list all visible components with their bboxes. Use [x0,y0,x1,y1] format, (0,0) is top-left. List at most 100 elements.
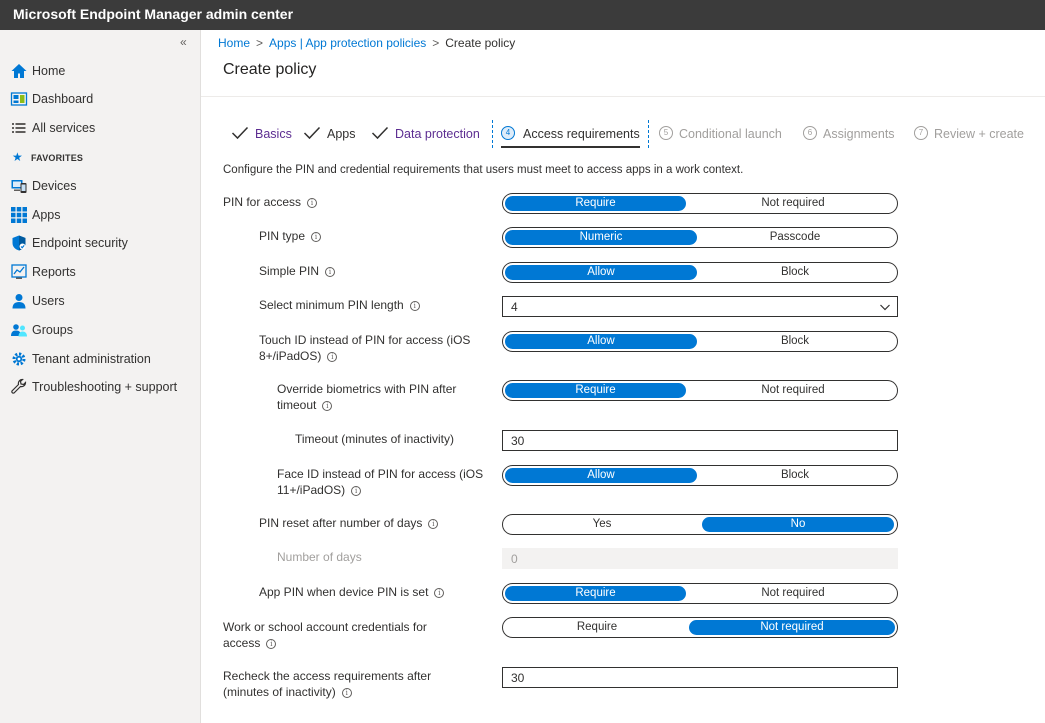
face-id-toggle: Allow Block [502,465,898,486]
sidebar-item-apps[interactable]: Apps [0,202,200,228]
tab-apps[interactable]: Apps [303,120,363,148]
sidebar-item-label: Reports [32,265,76,279]
step-number-badge: 6 [803,126,817,140]
not-required-option[interactable]: Not required [696,383,890,398]
info-icon[interactable]: i [341,688,352,698]
sidebar-item-reports[interactable]: Reports [0,259,200,285]
block-option[interactable]: Block [699,468,891,483]
info-icon[interactable]: i [327,352,338,362]
info-icon[interactable]: i [409,301,420,311]
tab-conditional-launch[interactable]: 5 Conditional launch [659,120,789,148]
sidebar-item-label: Troubleshooting + support [32,380,178,394]
info-icon[interactable]: i [311,232,322,242]
tab-basics[interactable]: Basics [231,120,292,148]
chevron-down-icon [880,304,890,311]
require-option[interactable]: Require [505,383,686,398]
header-divider [201,96,1045,97]
shield-icon [12,235,26,251]
breadcrumb-home-link[interactable]: Home [218,36,250,50]
tab-access-requirements[interactable]: 4 Access requirements [492,120,649,148]
tab-review-create[interactable]: 7 Review + create [914,120,1034,148]
face-id-label: Face ID instead of PIN for access (iOS 11… [277,467,484,497]
sidebar-item-all-services[interactable]: All services [0,115,200,141]
breadcrumb-apps-link[interactable]: Apps | App protection policies [269,36,426,50]
pin-type-toggle: Numeric Passcode [502,227,898,248]
reports-icon [11,264,27,279]
block-option[interactable]: Block [699,334,891,349]
require-option[interactable]: Require [505,620,689,635]
passcode-option[interactable]: Passcode [699,230,891,245]
sidebar-item-groups[interactable]: Groups [0,317,200,343]
tab-assignments[interactable]: 6 Assignments [803,120,903,148]
step-number-badge: 5 [659,126,673,140]
sidebar-item-label: Users [32,294,65,308]
sidebar-item-dashboard[interactable]: Dashboard [0,86,200,112]
block-option[interactable]: Block [699,265,891,280]
numeric-option[interactable]: Numeric [505,230,697,245]
no-option[interactable]: No [702,517,894,532]
page-title: Create policy [223,61,317,78]
tab-label: Basics [255,127,292,141]
sidebar-item-label: Apps [32,208,61,222]
apps-grid-icon [11,207,27,223]
sidebar-item-label: All services [32,121,96,135]
work-credentials-label: Work or school account credentials for ac… [223,620,427,650]
sidebar-item-label: Home [32,64,66,78]
info-icon[interactable]: i [351,486,362,496]
tab-label: Access requirements [523,127,640,141]
sidebar-item-troubleshooting[interactable]: Troubleshooting + support [0,374,200,400]
breadcrumb-separator: > [432,36,440,50]
allow-option[interactable]: Allow [505,265,697,280]
groups-icon [11,324,27,337]
number-of-days-label: Number of days [277,550,362,564]
checkmark-icon [303,126,321,140]
not-required-option[interactable]: Not required [689,620,895,635]
home-icon [11,64,27,78]
recheck-input[interactable]: 30 [502,667,898,688]
sidebar-item-label: Devices [32,179,77,193]
sidebar-item-label: Endpoint security [32,236,128,250]
tab-label: Review + create [934,127,1024,141]
require-option[interactable]: Require [505,586,686,601]
allow-option[interactable]: Allow [505,468,697,483]
require-option[interactable]: Require [505,196,686,211]
info-icon[interactable]: i [325,267,336,277]
min-pin-length-label: Select minimum PIN length i [259,297,420,313]
not-required-option[interactable]: Not required [696,196,890,211]
info-icon[interactable]: i [266,639,277,649]
breadcrumb-current: Create policy [445,36,516,50]
input-value: 30 [511,434,525,448]
touch-id-toggle: Allow Block [502,331,898,352]
allow-option[interactable]: Allow [505,334,697,349]
touch-id-label: Touch ID instead of PIN for access (iOS 8… [259,333,471,363]
sidebar-item-endpoint-security[interactable]: Endpoint security [0,230,200,256]
pin-for-access-label: PIN for access i [223,194,318,210]
tab-label: Assignments [823,127,895,141]
wizard-steps: Basics Apps Data protection 4 Access req… [201,120,1045,150]
timeout-input[interactable]: 30 [502,430,898,451]
info-icon[interactable]: i [428,519,439,529]
timeout-label: Timeout (minutes of inactivity) [295,432,454,446]
not-required-option[interactable]: Not required [696,586,890,601]
recheck-label: Recheck the access requirements after (mi… [223,669,432,699]
work-credentials-toggle: Require Not required [502,617,898,638]
tab-data-protection[interactable]: Data protection [371,120,491,148]
active-tab-underline [501,146,640,148]
sidebar-item-devices[interactable]: Devices [0,173,200,199]
sidebar-item-tenant-administration[interactable]: Tenant administration [0,346,200,372]
top-bar: Microsoft Endpoint Manager admin center [0,0,1045,30]
pin-for-access-toggle: Require Not required [502,193,898,214]
form-description: Configure the PIN and credential require… [223,164,744,176]
sidebar-item-users[interactable]: Users [0,288,200,314]
sidebar-item-label: Dashboard [32,92,94,106]
input-value: 30 [511,671,525,685]
yes-option[interactable]: Yes [505,517,699,532]
info-icon[interactable]: i [434,588,445,598]
min-pin-length-dropdown[interactable]: 4 [502,296,898,317]
pin-reset-toggle: Yes No [502,514,898,535]
info-icon[interactable]: i [307,198,318,208]
info-icon[interactable]: i [322,401,333,411]
tab-label: Conditional launch [679,127,782,141]
collapse-sidebar-icon[interactable]: « [180,35,187,49]
sidebar-item-home[interactable]: Home [0,58,200,84]
